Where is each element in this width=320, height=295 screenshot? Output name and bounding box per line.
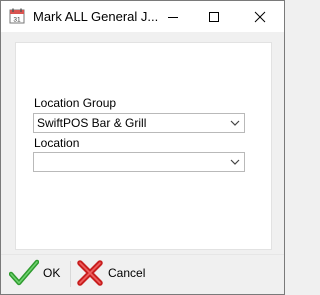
cancel-button[interactable]: Cancel: [76, 257, 145, 289]
location-select[interactable]: [33, 152, 245, 172]
maximize-button[interactable]: [194, 1, 234, 32]
location-label: Location: [34, 136, 80, 150]
minimize-button[interactable]: [153, 1, 193, 32]
red-x-icon: [77, 260, 103, 286]
location-group-label: Location Group: [34, 96, 117, 110]
maximize-icon: [209, 11, 219, 22]
dialog-window: 31 Mark ALL General J... Location Group …: [0, 0, 285, 295]
footer-button-separator: [70, 261, 71, 287]
title-bar[interactable]: 31 Mark ALL General J...: [1, 1, 284, 32]
ok-label: OK: [43, 266, 61, 280]
footer-divider: [1, 254, 284, 255]
location-group-select[interactable]: SwiftPOS Bar & Grill: [33, 113, 245, 133]
chevron-down-icon: [230, 159, 240, 165]
close-button[interactable]: [240, 1, 280, 32]
ok-button[interactable]: OK: [9, 257, 60, 289]
chevron-down-icon: [230, 120, 240, 126]
form-panel: Location Group SwiftPOS Bar & Grill Loca…: [15, 42, 272, 250]
svg-text:31: 31: [13, 17, 21, 24]
close-icon: [254, 11, 266, 22]
calendar-app-icon: 31: [9, 8, 25, 24]
cancel-label: Cancel: [108, 266, 146, 280]
checkmark-icon: [9, 259, 39, 286]
location-group-value: SwiftPOS Bar & Grill: [37, 116, 147, 130]
minimize-icon: [168, 16, 178, 18]
window-title: Mark ALL General J...: [33, 9, 159, 24]
